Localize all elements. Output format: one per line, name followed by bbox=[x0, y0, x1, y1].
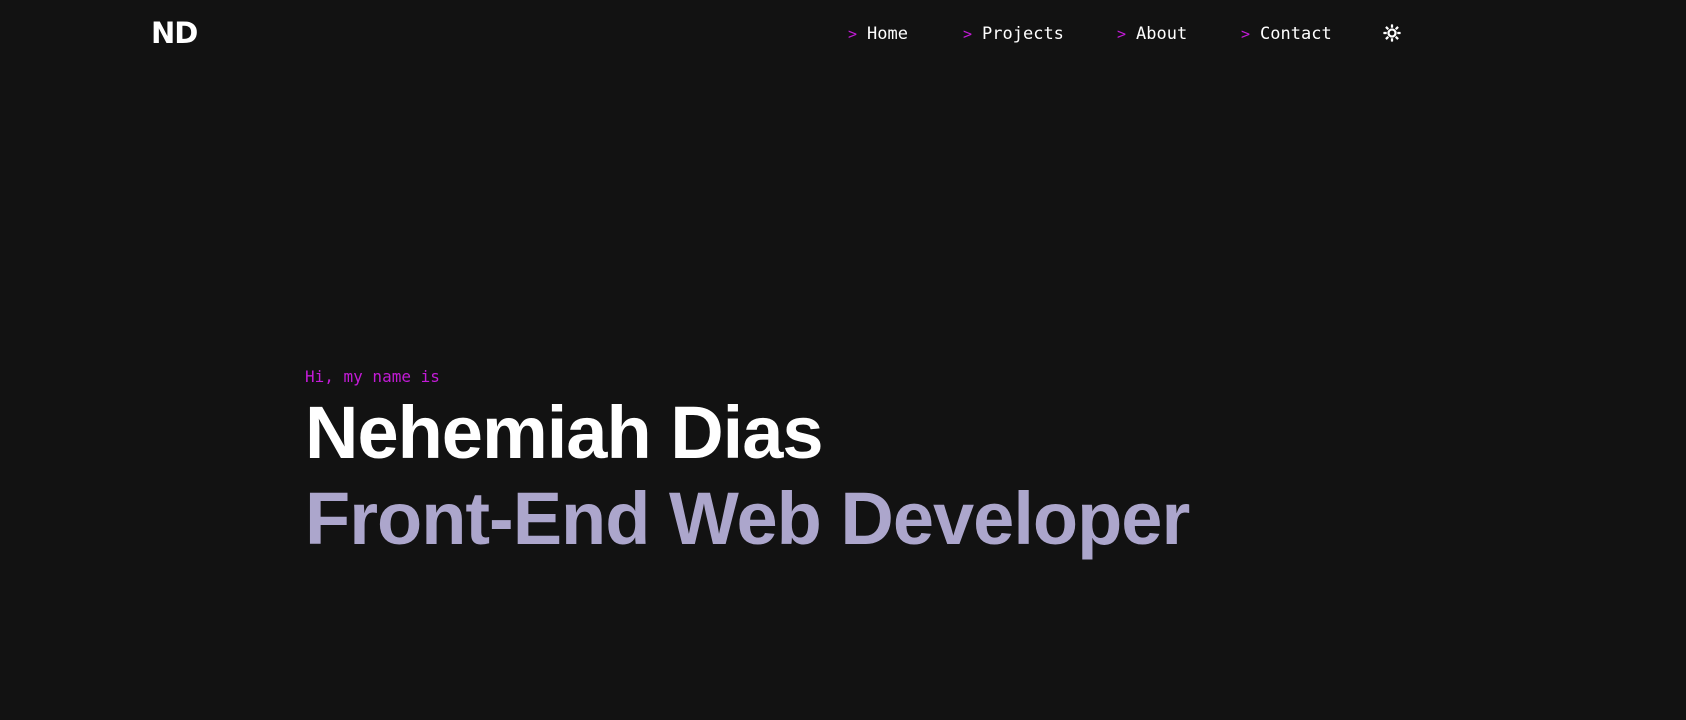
hero-role: Front-End Web Developer bbox=[305, 477, 1190, 560]
nav-arrow: > bbox=[1241, 25, 1251, 43]
nav-link-projects[interactable]: > Projects bbox=[963, 20, 1064, 48]
sun-icon bbox=[1383, 24, 1401, 42]
nav-arrow: > bbox=[963, 25, 973, 43]
hero-section: Hi, my name is Nehemiah Dias Front-End W… bbox=[305, 366, 1190, 562]
nav-link-about[interactable]: > About bbox=[1117, 20, 1187, 48]
theme-toggle-button[interactable] bbox=[1382, 23, 1402, 43]
nav-arrow: > bbox=[848, 25, 858, 43]
hero-intro: Hi, my name is bbox=[305, 367, 440, 386]
nav-link-home[interactable]: > Home bbox=[848, 20, 908, 48]
nav-link-contact[interactable]: > Contact bbox=[1241, 20, 1332, 48]
hero-name: Nehemiah Dias bbox=[305, 391, 824, 474]
main-nav: > Home > Projects > About > Contact bbox=[0, 20, 1686, 48]
nav-arrow: > bbox=[1117, 25, 1127, 43]
nav-link-label: Contact bbox=[1260, 24, 1332, 44]
nav-link-label: Projects bbox=[982, 24, 1064, 44]
nav-link-label: Home bbox=[867, 24, 908, 44]
nav-link-label: About bbox=[1136, 24, 1188, 44]
